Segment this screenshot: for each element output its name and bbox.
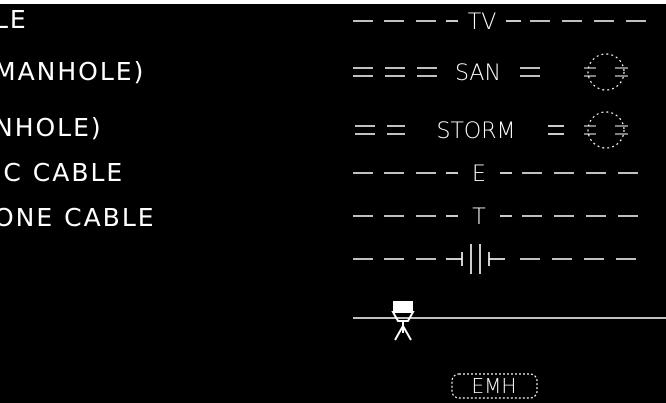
telephone-symbol-text: T [472,205,485,230]
legend-symbols: TV SAN STORM E T EMH [353,10,666,399]
san-symbol-text: SAN [455,61,501,86]
electric-symbol-text: E [472,162,486,187]
emh-symbol-text: EMH [472,374,517,398]
tv-symbol-text: TV [468,10,497,35]
storm-symbol-text: STORM [437,119,516,144]
capacitor-line-symbol [353,244,636,274]
light-pole-icon [391,301,415,341]
cad-drawing-canvas: LE MANHOLE) NHOLE) IC CABLE ONE CABLE TV… [0,0,666,403]
